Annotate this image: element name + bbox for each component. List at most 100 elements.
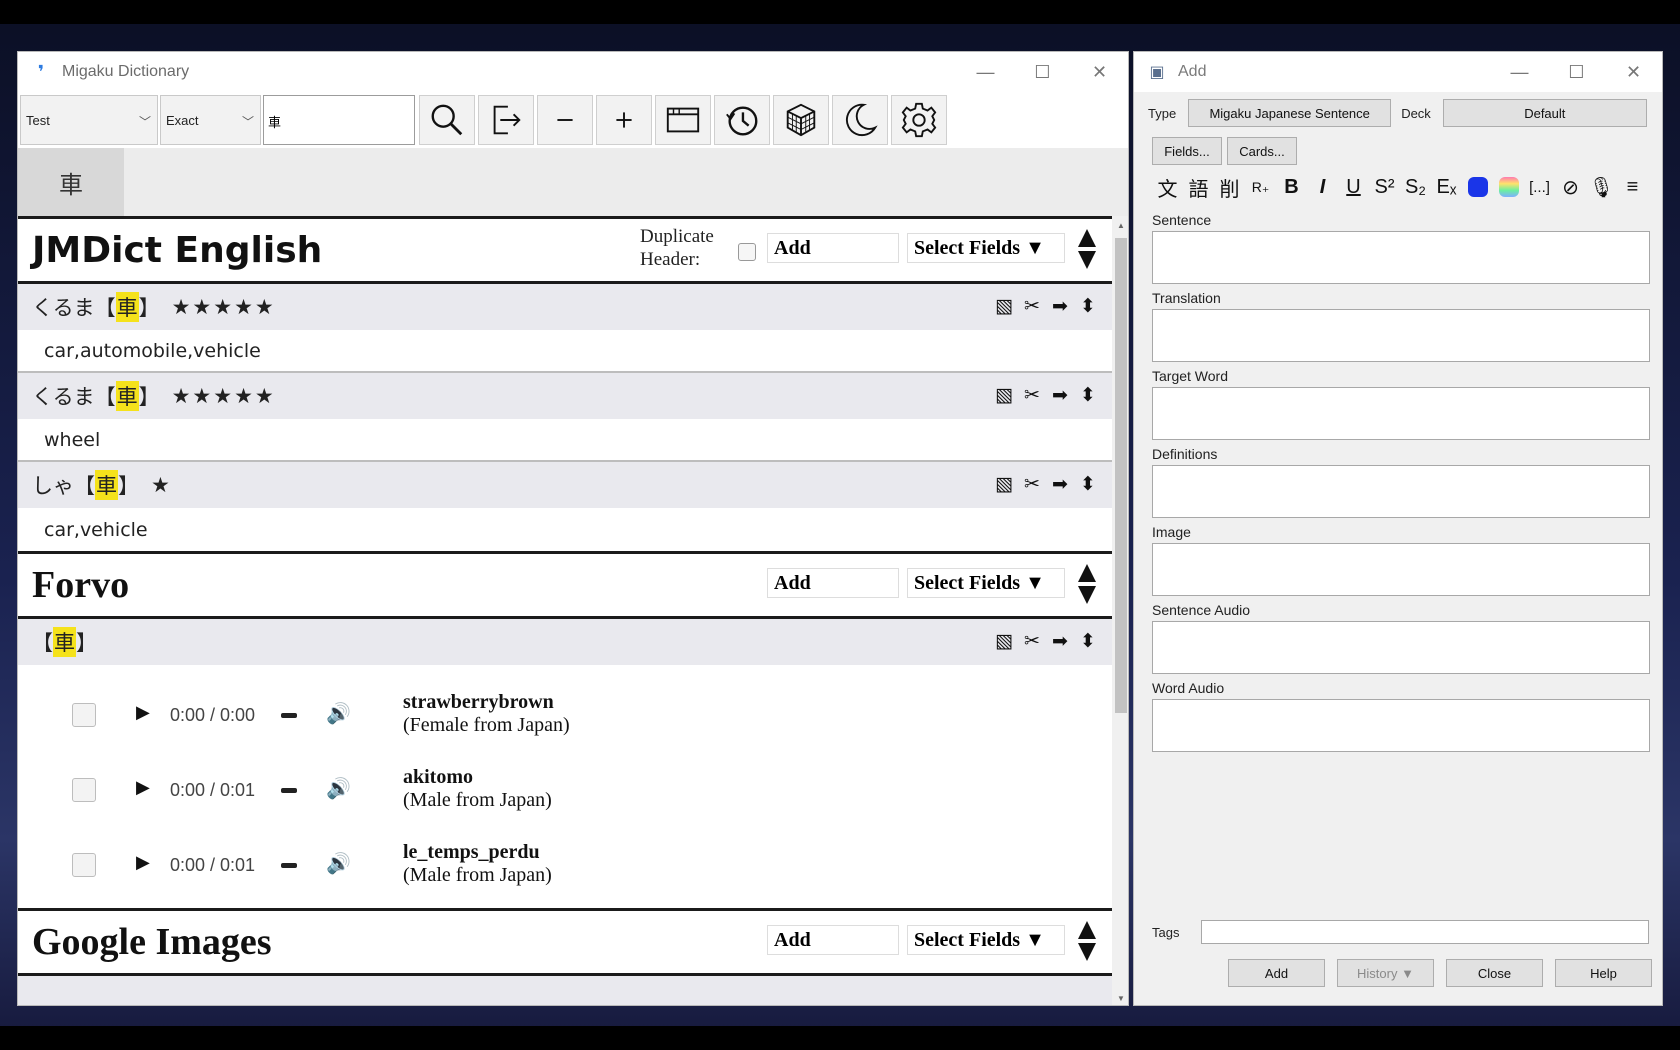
- attach-icon[interactable]: ⊘: [1555, 172, 1586, 202]
- superscript-icon[interactable]: S²: [1369, 172, 1400, 202]
- send-arrow-icon[interactable]: ➡: [1050, 627, 1070, 655]
- underline-icon[interactable]: U: [1338, 172, 1369, 202]
- scissors-icon[interactable]: ✂: [1022, 381, 1042, 409]
- edit-icon[interactable]: ▧: [994, 470, 1014, 498]
- send-arrow-icon[interactable]: ➡: [1050, 381, 1070, 409]
- duplicate-header-checkbox[interactable]: [738, 243, 756, 261]
- frequency-stars: ★: [151, 473, 172, 497]
- tags-input[interactable]: [1201, 920, 1650, 944]
- add-titlebar[interactable]: ▣ Add — ☐ ✕: [1134, 52, 1662, 92]
- sentence-icon[interactable]: 文: [1152, 172, 1183, 202]
- scroll-down-arrow-icon[interactable]: ▼: [1112, 989, 1128, 1005]
- edit-icon[interactable]: ▧: [994, 627, 1014, 655]
- help-button[interactable]: Help: [1555, 959, 1652, 987]
- scissors-icon[interactable]: ✂: [1022, 627, 1042, 655]
- add-button[interactable]: Add: [767, 233, 899, 263]
- history-button[interactable]: [714, 95, 770, 145]
- recording-checkbox[interactable]: [72, 853, 96, 877]
- recording-checkbox[interactable]: [72, 703, 96, 727]
- close-dialog-button[interactable]: Close: [1446, 959, 1543, 987]
- minimize-button[interactable]: —: [1491, 52, 1548, 92]
- search-button[interactable]: [419, 95, 475, 145]
- scroll-up-arrow-icon[interactable]: ▲: [1112, 216, 1128, 234]
- forvo-recordings-list: ▶ 0:00 / 0:00 🔊 strawberrybrown (Female …: [18, 665, 1112, 900]
- note-type-button[interactable]: Migaku Japanese Sentence: [1188, 99, 1392, 127]
- text-color-icon[interactable]: [1462, 172, 1493, 202]
- word-icon[interactable]: 語: [1183, 172, 1214, 202]
- subscript-icon[interactable]: S₂: [1400, 172, 1431, 202]
- word-audio-field[interactable]: [1152, 699, 1650, 752]
- cube-button[interactable]: [773, 95, 829, 145]
- entry-definition: car,automobile,vehicle: [18, 330, 1112, 373]
- sentence-field[interactable]: [1152, 231, 1650, 284]
- send-arrow-icon[interactable]: ➡: [1050, 292, 1070, 320]
- dictionary-select[interactable]: Test ﹀: [20, 95, 158, 145]
- author-origin: (Male from Japan): [403, 789, 552, 811]
- clear-format-icon[interactable]: Eₓ: [1431, 172, 1462, 202]
- sort-arrows-icon[interactable]: [1076, 227, 1098, 271]
- search-tab[interactable]: 車: [18, 148, 124, 216]
- edit-icon[interactable]: ▧: [994, 292, 1014, 320]
- dictionary-titlebar[interactable]: ❜ Migaku Dictionary — ☐ ✕: [18, 52, 1128, 92]
- bold-icon[interactable]: B: [1276, 172, 1307, 202]
- fields-button[interactable]: Fields...: [1152, 137, 1222, 165]
- translation-field[interactable]: [1152, 309, 1650, 362]
- menu-icon[interactable]: ≡: [1617, 172, 1648, 202]
- close-button[interactable]: ✕: [1071, 52, 1128, 92]
- deck-button[interactable]: Default: [1442, 99, 1647, 127]
- audio-progress-bar[interactable]: [281, 713, 297, 718]
- match-select[interactable]: Exact ﹀: [160, 95, 261, 145]
- sort-arrows-icon[interactable]: ⬍: [1078, 381, 1098, 409]
- sentence-audio-field[interactable]: [1152, 621, 1650, 674]
- tags-label: Tags: [1152, 924, 1180, 940]
- sort-arrows-icon[interactable]: ⬍: [1078, 627, 1098, 655]
- scrollbar-thumb[interactable]: [1115, 238, 1127, 713]
- maximize-button[interactable]: ☐: [1014, 52, 1071, 92]
- send-arrow-icon[interactable]: ➡: [1050, 470, 1070, 498]
- maximize-button[interactable]: ☐: [1548, 52, 1605, 92]
- history-dropdown-button[interactable]: History ▼: [1337, 959, 1434, 987]
- target-word-field[interactable]: [1152, 387, 1650, 440]
- zoom-out-button[interactable]: [537, 95, 593, 145]
- italic-icon[interactable]: I: [1307, 172, 1338, 202]
- audio-progress-bar[interactable]: [281, 863, 297, 868]
- edit-icon[interactable]: ▧: [994, 381, 1014, 409]
- vertical-scrollbar[interactable]: ▲ ▼: [1112, 216, 1128, 1005]
- scissors-icon[interactable]: ✂: [1022, 470, 1042, 498]
- image-field[interactable]: [1152, 543, 1650, 596]
- volume-icon[interactable]: 🔊: [326, 851, 351, 876]
- window-layout-button[interactable]: [655, 95, 711, 145]
- night-mode-button[interactable]: [832, 95, 888, 145]
- sort-arrows-icon[interactable]: [1076, 919, 1098, 963]
- select-fields-dropdown[interactable]: Select Fields ▼: [907, 233, 1065, 263]
- search-input[interactable]: 車: [263, 95, 415, 145]
- add-button[interactable]: Add: [767, 925, 899, 955]
- add-note-button[interactable]: Add: [1228, 959, 1325, 987]
- play-icon[interactable]: ▶: [136, 777, 150, 798]
- minimize-button[interactable]: —: [957, 52, 1014, 92]
- microphone-icon[interactable]: 🎙: [1586, 172, 1617, 202]
- export-button[interactable]: [478, 95, 534, 145]
- volume-icon[interactable]: 🔊: [326, 776, 351, 801]
- scissors-icon[interactable]: ✂: [1022, 292, 1042, 320]
- select-fields-dropdown[interactable]: Select Fields ▼: [907, 925, 1065, 955]
- close-button[interactable]: ✕: [1605, 52, 1662, 92]
- play-icon[interactable]: ▶: [136, 702, 150, 723]
- add-button[interactable]: Add: [767, 568, 899, 598]
- cards-button[interactable]: Cards...: [1227, 137, 1297, 165]
- zoom-in-button[interactable]: [596, 95, 652, 145]
- sort-arrows-icon[interactable]: ⬍: [1078, 470, 1098, 498]
- audio-progress-bar[interactable]: [281, 788, 297, 793]
- cloze-icon[interactable]: [...]: [1524, 172, 1555, 202]
- play-icon[interactable]: ▶: [136, 852, 150, 873]
- select-fields-dropdown[interactable]: Select Fields ▼: [907, 568, 1065, 598]
- definitions-field[interactable]: [1152, 465, 1650, 518]
- ruby-icon[interactable]: R₊: [1245, 172, 1276, 202]
- delete-icon[interactable]: 削: [1214, 172, 1245, 202]
- highlight-color-icon[interactable]: [1493, 172, 1524, 202]
- sort-arrows-icon[interactable]: ⬍: [1078, 292, 1098, 320]
- volume-icon[interactable]: 🔊: [326, 701, 351, 726]
- settings-button[interactable]: [891, 95, 947, 145]
- sort-arrows-icon[interactable]: [1076, 562, 1098, 606]
- recording-checkbox[interactable]: [72, 778, 96, 802]
